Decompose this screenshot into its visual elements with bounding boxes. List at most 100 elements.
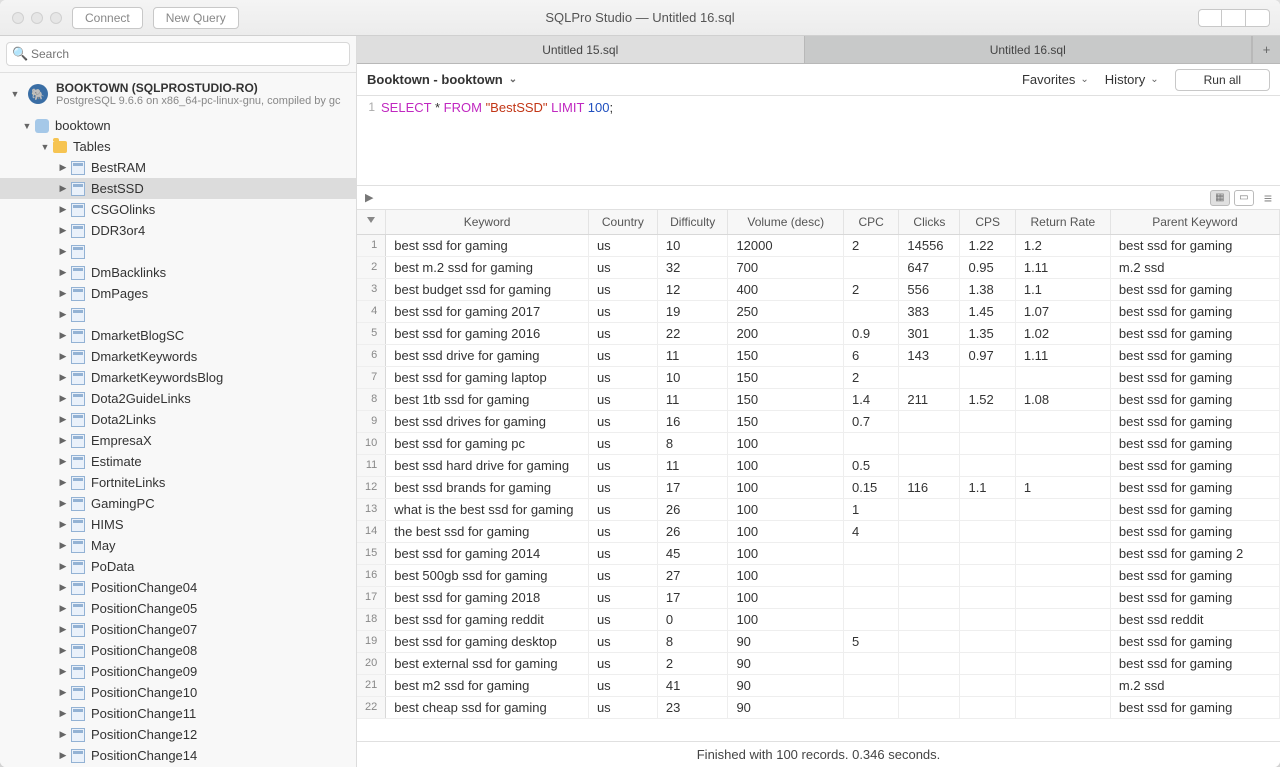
- cell-clicks[interactable]: [899, 498, 960, 520]
- cell-cps[interactable]: [960, 366, 1015, 388]
- cell-country[interactable]: us: [588, 234, 657, 256]
- cell-volume[interactable]: 100: [728, 498, 844, 520]
- cell-volume[interactable]: 100: [728, 542, 844, 564]
- cell-volume[interactable]: 100: [728, 454, 844, 476]
- cell-cpc[interactable]: [843, 432, 898, 454]
- cell-parent[interactable]: best ssd for gaming: [1110, 630, 1279, 652]
- cell-cps[interactable]: [960, 696, 1015, 718]
- cell-parent[interactable]: best ssd reddit: [1110, 608, 1279, 630]
- cell-cps[interactable]: [960, 564, 1015, 586]
- cell-clicks[interactable]: 301: [899, 322, 960, 344]
- cell-difficulty[interactable]: 8: [657, 432, 728, 454]
- cell-difficulty[interactable]: 17: [657, 476, 728, 498]
- cell-cps[interactable]: [960, 498, 1015, 520]
- sql-editor[interactable]: 1 SELECT * FROM "BestSSD" LIMIT 100;: [357, 96, 1280, 186]
- cell-keyword[interactable]: best 500gb ssd for gaming: [386, 564, 589, 586]
- cell-return-rate[interactable]: [1015, 454, 1110, 476]
- cell-return-rate[interactable]: 1.1: [1015, 278, 1110, 300]
- cell-parent[interactable]: best ssd for gaming: [1110, 234, 1279, 256]
- table-node[interactable]: ▶PositionChange12: [0, 724, 356, 745]
- cell-cpc[interactable]: 0.5: [843, 454, 898, 476]
- cell-volume[interactable]: 400: [728, 278, 844, 300]
- table-node[interactable]: ▶HIMS: [0, 514, 356, 535]
- cell-return-rate[interactable]: [1015, 410, 1110, 432]
- grid-view-icon[interactable]: ▦: [1210, 190, 1230, 206]
- cell-difficulty[interactable]: 11: [657, 388, 728, 410]
- play-icon[interactable]: ▶: [365, 191, 373, 204]
- cell-parent[interactable]: best ssd for gaming: [1110, 366, 1279, 388]
- cell-country[interactable]: us: [588, 696, 657, 718]
- cell-return-rate[interactable]: 1.11: [1015, 256, 1110, 278]
- cell-clicks[interactable]: [899, 432, 960, 454]
- cell-parent[interactable]: best ssd for gaming: [1110, 278, 1279, 300]
- cell-clicks[interactable]: [899, 410, 960, 432]
- cell-country[interactable]: us: [588, 608, 657, 630]
- cell-clicks[interactable]: [899, 542, 960, 564]
- table-node[interactable]: ▶PositionChange14: [0, 745, 356, 766]
- cell-cpc[interactable]: 0.7: [843, 410, 898, 432]
- table-node[interactable]: ▶BestSSD: [0, 178, 356, 199]
- table-node[interactable]: ▶DmarketBlogSC: [0, 325, 356, 346]
- cell-return-rate[interactable]: 1: [1015, 476, 1110, 498]
- cell-country[interactable]: us: [588, 498, 657, 520]
- cell-keyword[interactable]: what is the best ssd for gaming: [386, 498, 589, 520]
- database-node[interactable]: ▼ booktown: [0, 115, 356, 136]
- cell-clicks[interactable]: 556: [899, 278, 960, 300]
- cell-clicks[interactable]: [899, 674, 960, 696]
- cell-cps[interactable]: 1.1: [960, 476, 1015, 498]
- cell-keyword[interactable]: best ssd for gaming reddit: [386, 608, 589, 630]
- cell-return-rate[interactable]: 1.02: [1015, 322, 1110, 344]
- cell-parent[interactable]: best ssd for gaming 2: [1110, 542, 1279, 564]
- cell-volume[interactable]: 12000: [728, 234, 844, 256]
- cell-return-rate[interactable]: [1015, 652, 1110, 674]
- run-all-button[interactable]: Run all: [1175, 69, 1270, 91]
- minimize-icon[interactable]: [31, 12, 43, 24]
- table-row[interactable]: 13what is the best ssd for gamingus26100…: [357, 498, 1280, 520]
- cell-difficulty[interactable]: 26: [657, 498, 728, 520]
- cell-country[interactable]: us: [588, 366, 657, 388]
- col-volume[interactable]: Volume (desc): [728, 210, 844, 234]
- cell-difficulty[interactable]: 10: [657, 234, 728, 256]
- table-row[interactable]: 2best m.2 ssd for gamingus327006470.951.…: [357, 256, 1280, 278]
- cell-difficulty[interactable]: 41: [657, 674, 728, 696]
- cell-cps[interactable]: [960, 410, 1015, 432]
- table-node[interactable]: ▶PositionChange10: [0, 682, 356, 703]
- cell-parent[interactable]: best ssd for gaming: [1110, 476, 1279, 498]
- cell-difficulty[interactable]: 45: [657, 542, 728, 564]
- cell-keyword[interactable]: best ssd hard drive for gaming: [386, 454, 589, 476]
- cell-difficulty[interactable]: 19: [657, 300, 728, 322]
- cell-parent[interactable]: best ssd for gaming: [1110, 696, 1279, 718]
- cell-difficulty[interactable]: 26: [657, 520, 728, 542]
- table-row[interactable]: 8best 1tb ssd for gamingus111501.42111.5…: [357, 388, 1280, 410]
- table-row[interactable]: 20best external ssd for gamingus290best …: [357, 652, 1280, 674]
- cell-parent[interactable]: best ssd for gaming: [1110, 652, 1279, 674]
- cell-volume[interactable]: 150: [728, 410, 844, 432]
- cell-country[interactable]: us: [588, 542, 657, 564]
- cell-return-rate[interactable]: 1.11: [1015, 344, 1110, 366]
- cell-difficulty[interactable]: 12: [657, 278, 728, 300]
- cell-clicks[interactable]: 647: [899, 256, 960, 278]
- table-node[interactable]: ▶DmarketKeywordsBlog: [0, 367, 356, 388]
- cell-cps[interactable]: 1.45: [960, 300, 1015, 322]
- cell-clicks[interactable]: [899, 630, 960, 652]
- cell-difficulty[interactable]: 22: [657, 322, 728, 344]
- cell-clicks[interactable]: [899, 454, 960, 476]
- cell-clicks[interactable]: 14556: [899, 234, 960, 256]
- cell-volume[interactable]: 90: [728, 674, 844, 696]
- row-corner[interactable]: [357, 210, 386, 234]
- cell-cps[interactable]: 0.97: [960, 344, 1015, 366]
- cell-return-rate[interactable]: [1015, 608, 1110, 630]
- cell-return-rate[interactable]: [1015, 696, 1110, 718]
- cell-keyword[interactable]: best ssd brands for gaming: [386, 476, 589, 498]
- cell-keyword[interactable]: best 1tb ssd for gaming: [386, 388, 589, 410]
- cell-keyword[interactable]: best budget ssd for gaming: [386, 278, 589, 300]
- cell-country[interactable]: us: [588, 256, 657, 278]
- cell-cps[interactable]: [960, 586, 1015, 608]
- table-node[interactable]: ▶DmPages: [0, 283, 356, 304]
- table-node[interactable]: ▶EmpresaX: [0, 430, 356, 451]
- table-node[interactable]: ▶Dota2GuideLinks: [0, 388, 356, 409]
- table-node[interactable]: ▶CSGOlinks: [0, 199, 356, 220]
- cell-cpc[interactable]: [843, 586, 898, 608]
- cell-keyword[interactable]: best ssd for gaming laptop: [386, 366, 589, 388]
- cell-parent[interactable]: best ssd for gaming: [1110, 322, 1279, 344]
